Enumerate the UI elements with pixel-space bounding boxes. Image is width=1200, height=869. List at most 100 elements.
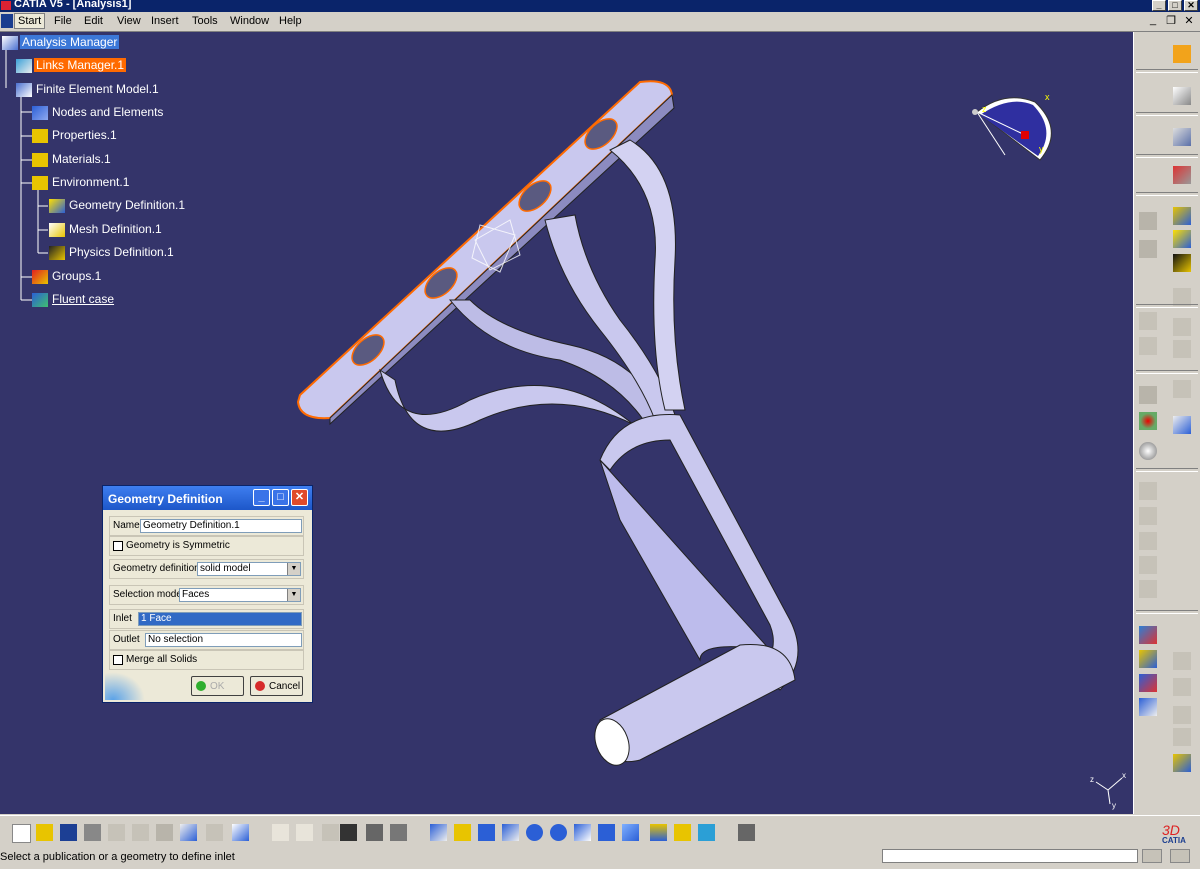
fluent-setup-icon[interactable] [1173, 207, 1191, 225]
formula-fx-icon[interactable] [272, 824, 289, 841]
tree-item-analysis-manager[interactable]: Analysis Manager [2, 35, 120, 50]
merge-solids-checkbox[interactable] [113, 655, 123, 665]
fit-all-icon[interactable] [454, 824, 471, 841]
chevron-down-icon[interactable]: ▼ [287, 563, 300, 575]
minimize-window-button[interactable]: _ [1152, 0, 1166, 11]
disabled-tool-icon[interactable] [1139, 507, 1157, 525]
close-window-button[interactable]: ✕ [1184, 0, 1198, 11]
tree-item-geometry-definition[interactable]: Geometry Definition.1 [49, 198, 187, 213]
disabled-tool-icon[interactable] [1173, 652, 1191, 670]
catia-logo-icon[interactable] [1, 14, 13, 28]
new-file-icon[interactable] [12, 824, 31, 843]
disabled-tool-icon[interactable] [1139, 240, 1157, 258]
ok-button[interactable]: OK [191, 676, 244, 696]
mdi-minimize-button[interactable]: _ [1146, 14, 1160, 28]
cut-icon[interactable] [108, 824, 125, 841]
maximize-window-button[interactable]: □ [1168, 0, 1182, 11]
connection-icon[interactable] [1173, 166, 1191, 184]
mdi-close-button[interactable]: ✕ [1182, 14, 1196, 28]
tree-item-mesh-definition[interactable]: Mesh Definition.1 [49, 222, 164, 237]
print-icon[interactable] [84, 824, 101, 841]
disabled-tool-icon[interactable] [1173, 318, 1191, 336]
disabled-tool-icon[interactable] [1173, 678, 1191, 696]
physics-tool-icon[interactable] [1173, 254, 1191, 272]
status-button-icon[interactable] [1170, 849, 1190, 863]
tree-item-properties[interactable]: Properties.1 [32, 128, 119, 143]
zoom-in-icon[interactable] [526, 824, 543, 841]
measure-icon[interactable] [1173, 416, 1191, 434]
tree-item-environment[interactable]: Environment.1 [32, 175, 131, 190]
copy-icon[interactable] [132, 824, 149, 841]
save-icon[interactable] [60, 824, 77, 841]
tree-item-links-manager[interactable]: Links Manager.1 [16, 58, 127, 73]
zoom-out-icon[interactable] [550, 824, 567, 841]
disabled-tool-icon[interactable] [1173, 340, 1191, 358]
view-compass[interactable]: x y z [965, 90, 1065, 175]
inlet-field[interactable]: 1 Face [138, 612, 302, 626]
geometry-symmetric-checkbox[interactable] [113, 541, 123, 551]
whats-this-icon[interactable] [232, 824, 249, 841]
grid-icon[interactable] [340, 824, 357, 841]
normal-view-icon[interactable] [574, 824, 591, 841]
outlet-field[interactable]: No selection [145, 633, 302, 647]
disabled-tool-icon[interactable] [322, 824, 339, 841]
sphere-icon[interactable] [1139, 442, 1157, 460]
tree-item-physics-definition[interactable]: Physics Definition.1 [49, 245, 176, 260]
geometry-definition-tool-icon[interactable] [1173, 230, 1191, 248]
grid-icon[interactable] [1139, 312, 1157, 330]
disabled-tool-icon[interactable] [1139, 482, 1157, 500]
dialog-maximize-button[interactable]: □ [272, 489, 289, 506]
tools-icon[interactable] [1173, 128, 1191, 146]
geometry-definition-combo[interactable]: solid model ▼ [197, 562, 301, 576]
menu-view[interactable]: View [117, 15, 141, 27]
name-field[interactable]: Geometry Definition.1 [140, 519, 302, 533]
chevron-down-icon[interactable]: ▼ [287, 589, 300, 601]
select-arrow-icon[interactable] [1173, 87, 1191, 105]
dialog-minimize-button[interactable]: _ [253, 489, 270, 506]
tree-item-materials[interactable]: Materials.1 [32, 152, 113, 167]
menu-window[interactable]: Window [230, 15, 269, 27]
multicolor-cube-icon[interactable] [1173, 754, 1191, 772]
dialog-close-button[interactable]: ✕ [291, 489, 308, 506]
disabled-tool-icon[interactable] [1173, 728, 1191, 746]
multi-view-icon[interactable] [598, 824, 615, 841]
record-icon[interactable] [1139, 412, 1157, 430]
disabled-tool-icon[interactable] [1173, 706, 1191, 724]
selection-mode-combo[interactable]: Faces ▼ [179, 588, 301, 602]
menu-edit[interactable]: Edit [84, 15, 103, 27]
camera-icon[interactable] [1139, 626, 1157, 644]
iso-view-icon[interactable] [622, 824, 639, 841]
lock-icon[interactable] [366, 824, 383, 841]
redo-icon[interactable] [206, 824, 223, 841]
menu-start[interactable]: Start [14, 13, 46, 29]
swap-visible-icon[interactable] [698, 824, 715, 841]
power-input-field[interactable] [882, 849, 1138, 863]
menu-tools[interactable]: Tools [192, 15, 218, 27]
tree-item-nodes-and-elements[interactable]: Nodes and Elements [32, 105, 165, 120]
pan-icon[interactable] [478, 824, 495, 841]
tree-item-finite-element-model[interactable]: Finite Element Model.1 [16, 82, 161, 97]
cube-icon[interactable] [1139, 650, 1157, 668]
cancel-button[interactable]: Cancel [250, 676, 303, 696]
open-folder-icon[interactable] [36, 824, 53, 841]
knowledge-icon[interactable] [1139, 698, 1157, 716]
tree-item-groups[interactable]: Groups.1 [32, 269, 103, 284]
disabled-tool-icon[interactable] [1139, 556, 1157, 574]
disabled-tool-icon[interactable] [1173, 380, 1191, 398]
formula-icon[interactable] [1173, 45, 1191, 63]
disabled-tool-icon[interactable] [1139, 580, 1157, 598]
disabled-tool-icon[interactable] [1139, 212, 1157, 230]
rotate-icon[interactable] [502, 824, 519, 841]
disabled-tool-icon[interactable] [1139, 532, 1157, 550]
surface-icon[interactable] [1139, 386, 1157, 404]
status-button-icon[interactable] [1142, 849, 1162, 863]
clipboard-icon[interactable] [738, 824, 755, 841]
mdi-restore-button[interactable]: ❐ [1164, 14, 1178, 28]
dialog-title-bar[interactable]: Geometry Definition _ □ ✕ [103, 486, 312, 510]
menu-insert[interactable]: Insert [151, 15, 179, 27]
disabled-tool-icon[interactable] [1139, 337, 1157, 355]
undo-icon[interactable] [180, 824, 197, 841]
hierarchy-icon[interactable] [390, 824, 407, 841]
menu-help[interactable]: Help [279, 15, 302, 27]
comment-icon[interactable] [296, 824, 313, 841]
